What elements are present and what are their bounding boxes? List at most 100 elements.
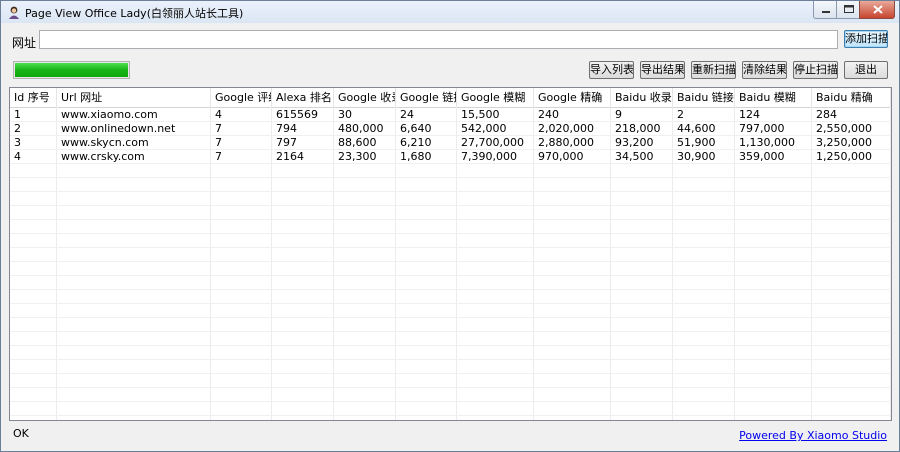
grid-line [10, 359, 891, 360]
table-row[interactable]: 3 www.skycn.com 7 797 88,600 6,210 27,700,000 2… [10, 136, 891, 150]
table-cell: 93,200 [615, 136, 654, 149]
table-cell: www.onlinedown.net [61, 122, 176, 135]
column-header[interactable]: Google 收录 [334, 88, 396, 107]
column-header[interactable]: Baidu 链接 [673, 88, 735, 107]
column-header[interactable]: Google 精确 [534, 88, 611, 107]
table-cell: 2 [677, 108, 684, 121]
table-cell: 3,250,000 [816, 136, 872, 149]
table-cell: 7 [215, 150, 222, 163]
table-cell: 797,000 [739, 122, 785, 135]
table-row[interactable]: 4 www.crsky.com 7 2164 23,300 1,680 7,390,000 9… [10, 150, 891, 164]
grid-line [10, 177, 891, 178]
grid-line [10, 415, 891, 416]
grid-line [10, 219, 891, 220]
table-cell: 34,500 [615, 150, 654, 163]
table-cell: 359,000 [739, 150, 785, 163]
app-window: Page View Office Lady(白领丽人站长工具) 网址 添加扫描 … [0, 0, 900, 452]
table-cell: 4 [14, 150, 21, 163]
add-scan-button[interactable]: 添加扫描 [844, 30, 888, 48]
table-cell: 2164 [276, 150, 304, 163]
table-cell: www.skycn.com [61, 136, 149, 149]
window-title: Page View Office Lady(白领丽人站长工具) [25, 7, 244, 20]
export-results-button[interactable]: 导出结果 [640, 61, 685, 79]
table-cell: 480,000 [338, 122, 384, 135]
grid-line [10, 275, 891, 276]
grid-line [10, 401, 891, 402]
table-cell: 4 [215, 108, 222, 121]
table-cell: www.xiaomo.com [61, 108, 158, 121]
table-cell: 2 [14, 122, 21, 135]
powered-by-link[interactable]: Powered By Xiaomo Studio [739, 429, 887, 442]
office-lady-icon [7, 5, 21, 19]
close-button[interactable] [859, 1, 895, 19]
table-cell: 2,020,000 [538, 122, 594, 135]
grid-line [10, 345, 891, 346]
table-cell: 6,210 [400, 136, 432, 149]
table-cell: 284 [816, 108, 837, 121]
title-bar[interactable]: Page View Office Lady(白领丽人站长工具) [1, 1, 899, 23]
clear-results-button[interactable]: 清除结果 [742, 61, 787, 79]
grid-line [10, 205, 891, 206]
url-input[interactable] [39, 30, 838, 49]
table-cell: 7,390,000 [461, 150, 517, 163]
column-header[interactable]: Google 链接 [396, 88, 457, 107]
column-header[interactable]: Alexa 排名 [272, 88, 334, 107]
column-header[interactable]: Baidu 模糊 [735, 88, 812, 107]
progress-fill [15, 63, 128, 77]
import-list-button[interactable]: 导入列表 [589, 61, 634, 79]
status-text: OK [13, 427, 29, 440]
grid-line [10, 387, 891, 388]
table-cell: 1,130,000 [739, 136, 795, 149]
table-cell: 9 [615, 108, 622, 121]
grid-line [10, 233, 891, 234]
table-cell: 7 [215, 136, 222, 149]
grid-line [10, 289, 891, 290]
table-row[interactable]: 1 www.xiaomo.com 4 615569 30 24 15,500 240 9 2 124… [10, 108, 891, 122]
grid-line [10, 331, 891, 332]
column-header[interactable]: Baidu 精确 [812, 88, 891, 107]
table-cell: 15,500 [461, 108, 500, 121]
table-cell: 794 [276, 122, 297, 135]
grid-line [10, 373, 891, 374]
exit-button[interactable]: 退出 [844, 61, 888, 79]
table-cell: 970,000 [538, 150, 584, 163]
table-cell: 1,680 [400, 150, 432, 163]
table-header: Id 序号Url 网址Google 评级Alexa 排名Google 收录Goo… [10, 88, 891, 108]
table-cell: 2,550,000 [816, 122, 872, 135]
table-cell: 88,600 [338, 136, 377, 149]
grid-line [10, 317, 891, 318]
table-cell: 3 [14, 136, 21, 149]
stop-scan-button[interactable]: 停止扫描 [793, 61, 838, 79]
table-cell: 615569 [276, 108, 318, 121]
table-cell: 124 [739, 108, 760, 121]
results-table[interactable]: Id 序号Url 网址Google 评级Alexa 排名Google 收录Goo… [9, 87, 892, 421]
table-cell: www.crsky.com [61, 150, 145, 163]
column-header[interactable]: Baidu 收录 [611, 88, 673, 107]
table-cell: 2,880,000 [538, 136, 594, 149]
table-cell: 51,900 [677, 136, 716, 149]
column-header[interactable]: Url 网址 [57, 88, 211, 107]
table-cell: 1 [14, 108, 21, 121]
table-cell: 240 [538, 108, 559, 121]
column-header[interactable]: Id 序号 [10, 88, 57, 107]
minimize-icon [822, 11, 830, 13]
scan-progress-bar [13, 61, 130, 79]
grid-line [10, 303, 891, 304]
close-icon [873, 5, 883, 14]
table-cell: 24 [400, 108, 414, 121]
table-cell: 542,000 [461, 122, 507, 135]
column-header[interactable]: Google 评级 [211, 88, 272, 107]
minimize-button[interactable] [813, 1, 837, 19]
table-row[interactable]: 2 www.onlinedown.net 7 794 480,000 6,640 542,0… [10, 122, 891, 136]
grid-line [10, 261, 891, 262]
maximize-icon [844, 5, 854, 13]
maximize-button[interactable] [836, 1, 860, 19]
table-cell: 797 [276, 136, 297, 149]
table-cell: 218,000 [615, 122, 661, 135]
rescan-button[interactable]: 重新扫描 [691, 61, 736, 79]
table-cell: 23,300 [338, 150, 377, 163]
table-cell: 1,250,000 [816, 150, 872, 163]
table-cell: 30,900 [677, 150, 716, 163]
table-cell: 44,600 [677, 122, 716, 135]
column-header[interactable]: Google 模糊 [457, 88, 534, 107]
